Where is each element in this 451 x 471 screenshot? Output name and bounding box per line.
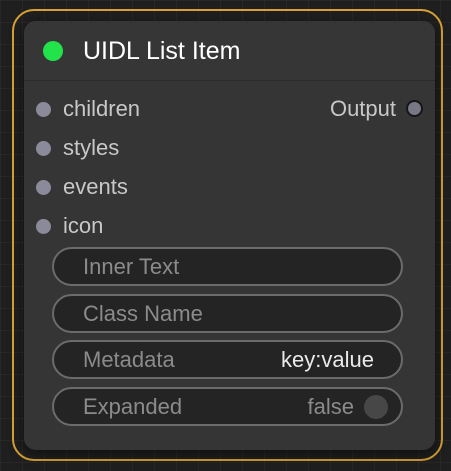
metadata-value: key:value bbox=[281, 347, 374, 372]
status-dot-icon bbox=[43, 41, 63, 61]
node-title: UIDL List Item bbox=[83, 37, 241, 65]
output-socket-icon[interactable] bbox=[406, 100, 423, 117]
metadata-field[interactable]: Metadata key:value bbox=[52, 340, 403, 379]
expanded-value: false bbox=[307, 394, 354, 419]
input-socket-icon[interactable] bbox=[36, 141, 51, 156]
inner-text-field[interactable]: Inner Text bbox=[52, 247, 403, 286]
expanded-label: Expanded bbox=[83, 394, 183, 419]
toggle-knob-icon[interactable] bbox=[364, 395, 388, 419]
output-slot[interactable]: Output bbox=[295, 94, 435, 124]
input-label-icon: icon bbox=[63, 213, 104, 238]
input-socket-icon[interactable] bbox=[36, 102, 51, 117]
output-label: Output bbox=[329, 96, 396, 121]
input-label-styles: styles bbox=[63, 135, 120, 160]
input-label-children: children bbox=[63, 96, 141, 121]
input-socket-icon[interactable] bbox=[36, 219, 51, 234]
metadata-label: Metadata bbox=[83, 347, 175, 372]
expanded-toggle[interactable]: Expanded false bbox=[52, 387, 403, 426]
class-name-field[interactable]: Class Name bbox=[52, 294, 403, 333]
uidl-list-item-node[interactable]: UIDL List Item children Output styles ev… bbox=[24, 21, 435, 450]
class-name-label: Class Name bbox=[83, 301, 203, 326]
inner-text-label: Inner Text bbox=[83, 254, 180, 279]
input-label-events: events bbox=[63, 174, 128, 199]
input-socket-icon[interactable] bbox=[36, 180, 51, 195]
node-header[interactable]: UIDL List Item bbox=[24, 21, 435, 81]
